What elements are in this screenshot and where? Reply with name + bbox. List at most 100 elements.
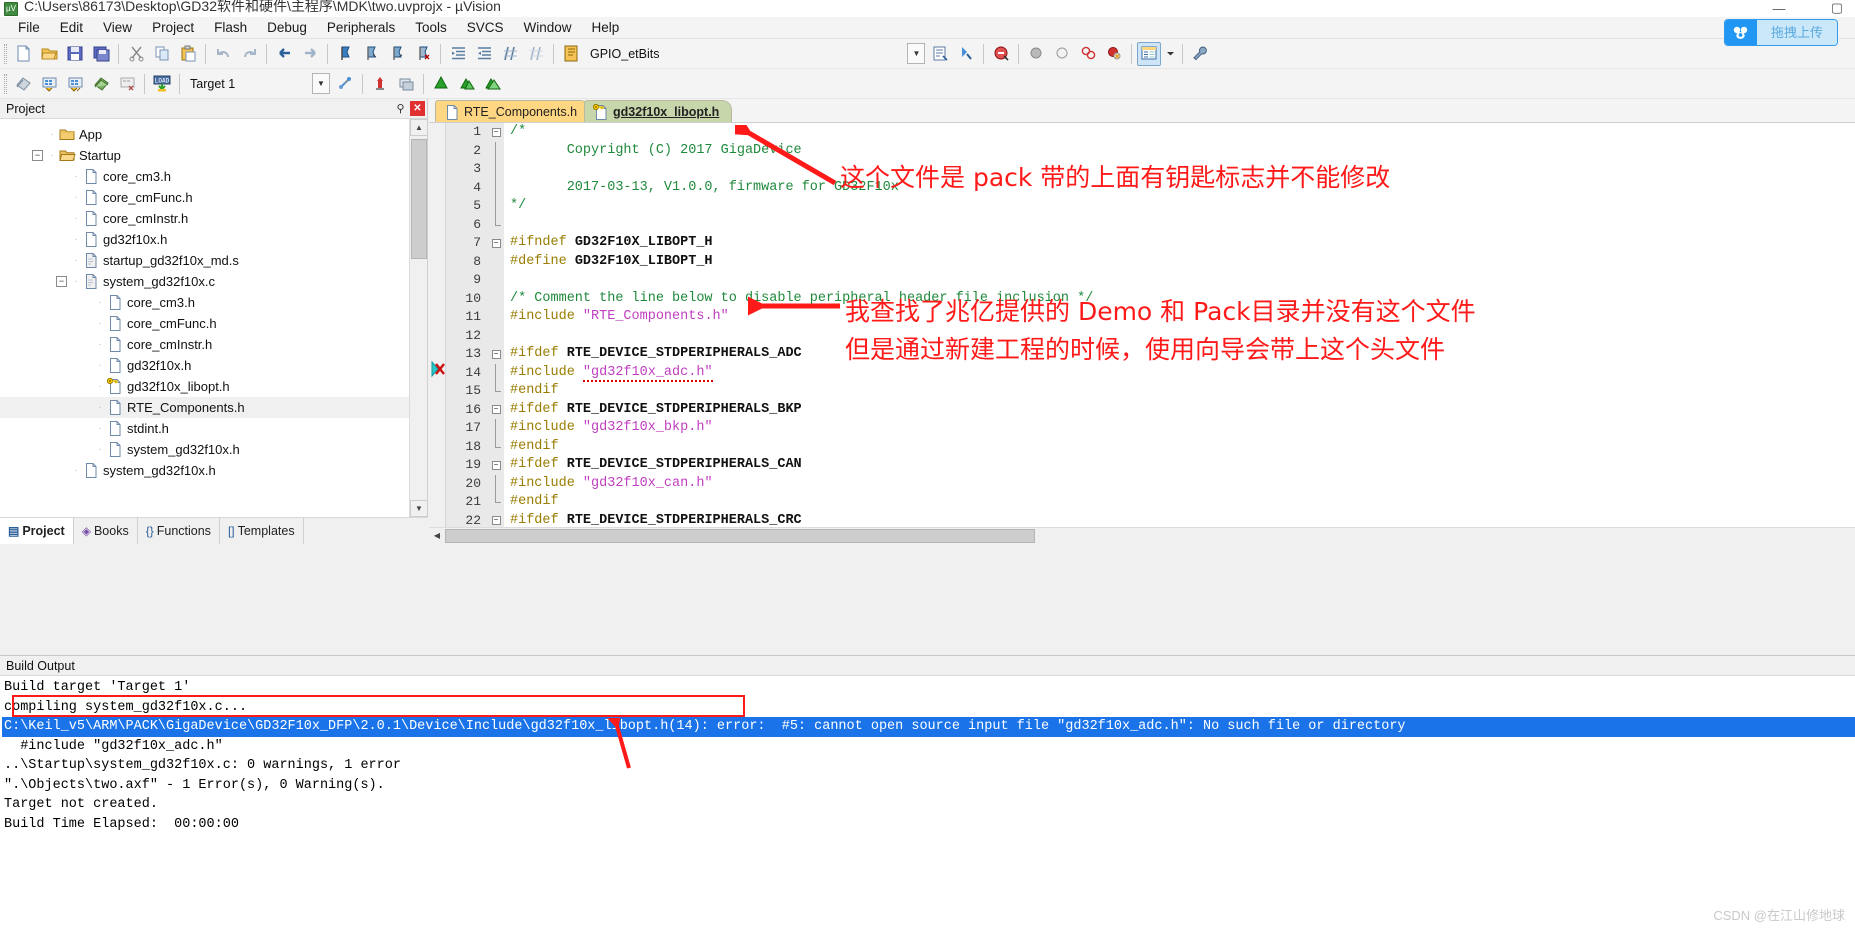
- fold-marker[interactable]: −: [488, 234, 504, 253]
- forward-icon[interactable]: [298, 42, 322, 66]
- menu-peripherals[interactable]: Peripherals: [317, 18, 405, 37]
- scroll-up-icon[interactable]: ▲: [410, 119, 428, 136]
- manage-project-items-icon[interactable]: [368, 72, 392, 96]
- paste-icon[interactable]: [176, 42, 200, 66]
- breakpoint-disable-all-icon[interactable]: [1102, 42, 1126, 66]
- tree-item[interactable]: · system_gd32f10x.h: [0, 439, 410, 460]
- configure-tools-icon[interactable]: [1188, 42, 1212, 66]
- tree-item[interactable]: · gd32f10x_libopt.h: [0, 376, 410, 397]
- project-window-dropdown-icon[interactable]: [1163, 42, 1177, 66]
- pack-update-icon[interactable]: [455, 72, 479, 96]
- project-window-toggle-icon[interactable]: [1137, 41, 1162, 66]
- tree-item[interactable]: · core_cmInstr.h: [0, 334, 410, 355]
- cut-icon[interactable]: [124, 42, 148, 66]
- tree-expander[interactable]: −: [56, 276, 67, 287]
- bookmark-clear-icon[interactable]: [411, 42, 435, 66]
- open-file-icon[interactable]: [37, 42, 61, 66]
- rebuild-icon[interactable]: [63, 72, 87, 96]
- breakpoint-disable-icon[interactable]: [1050, 42, 1074, 66]
- back-icon[interactable]: [272, 42, 296, 66]
- toolbar-grip[interactable]: [4, 43, 7, 64]
- tree-item[interactable]: · stdint.h: [0, 418, 410, 439]
- save-all-icon[interactable]: [89, 42, 113, 66]
- translate-icon[interactable]: [11, 72, 35, 96]
- tree-item[interactable]: − · Startup: [0, 145, 410, 166]
- editor-tab-gd32f10x_libopt-h[interactable]: gd32f10x_libopt.h: [584, 100, 733, 122]
- undo-icon[interactable]: [211, 42, 235, 66]
- new-file-icon[interactable]: [11, 42, 35, 66]
- fold-marker[interactable]: −: [488, 345, 504, 364]
- menu-view[interactable]: View: [93, 18, 142, 37]
- batch-build-icon[interactable]: [89, 72, 113, 96]
- target-options-icon[interactable]: [928, 42, 952, 66]
- menu-help[interactable]: Help: [582, 18, 630, 37]
- fold-marker[interactable]: −: [488, 511, 504, 527]
- tree-item[interactable]: · RTE_Components.h: [0, 397, 410, 418]
- indent-increase-icon[interactable]: [446, 42, 470, 66]
- pack-installer-icon[interactable]: [429, 72, 453, 96]
- minimize-button[interactable]: —: [1765, 1, 1793, 16]
- scrollbar-thumb[interactable]: [411, 139, 427, 259]
- build-output-line[interactable]: Target not created.: [2, 795, 1855, 815]
- menu-flash[interactable]: Flash: [204, 18, 257, 37]
- tree-item[interactable]: · core_cmFunc.h: [0, 313, 410, 334]
- build-output-line[interactable]: C:\Keil_v5\ARM\PACK\GigaDevice\GD32F10x_…: [2, 717, 1855, 737]
- bookmark-next-icon[interactable]: [385, 42, 409, 66]
- breakpoint-kill-icon[interactable]: [1076, 42, 1100, 66]
- target-select-arrow[interactable]: ▼: [312, 73, 330, 94]
- panel-tab-project[interactable]: ▤ Project: [0, 517, 74, 544]
- manage-components-icon[interactable]: [954, 42, 978, 66]
- tree-item[interactable]: · core_cmInstr.h: [0, 208, 410, 229]
- target-dropdown-arrow[interactable]: ▼: [907, 43, 926, 64]
- build-output-line[interactable]: ".\Objects\two.axf" - 1 Error(s), 0 Warn…: [2, 776, 1855, 796]
- menu-file[interactable]: File: [8, 18, 50, 37]
- panel-tab-books[interactable]: ◈ Books: [74, 517, 138, 544]
- breakpoint-insert-icon[interactable]: [1024, 42, 1048, 66]
- uncomment-icon[interactable]: [524, 42, 548, 66]
- tree-item[interactable]: · gd32f10x.h: [0, 355, 410, 376]
- configure-icon[interactable]: [559, 42, 583, 66]
- panel-tab-functions[interactable]: {} Functions: [138, 517, 220, 544]
- save-icon[interactable]: [63, 42, 87, 66]
- tree-item[interactable]: · startup_gd32f10x_md.s: [0, 250, 410, 271]
- pin-icon[interactable]: ⚲: [393, 101, 408, 116]
- build-output-line[interactable]: ..\Startup\system_gd32f10x.c: 0 warnings…: [2, 756, 1855, 776]
- download-icon[interactable]: LOAD: [150, 72, 174, 96]
- menu-svcs[interactable]: SVCS: [457, 18, 514, 37]
- build-output-text[interactable]: Build target 'Target 1' compiling system_…: [0, 676, 1855, 929]
- stop-build-icon[interactable]: [115, 72, 139, 96]
- tree-item[interactable]: · App: [0, 124, 410, 145]
- tree-item[interactable]: · core_cm3.h: [0, 166, 410, 187]
- bookmark-gutter[interactable]: [429, 123, 446, 527]
- copy-icon[interactable]: [150, 42, 174, 66]
- build-output-line[interactable]: #include "gd32f10x_adc.h": [2, 737, 1855, 757]
- comment-icon[interactable]: [498, 42, 522, 66]
- manage-multi-project-icon[interactable]: [394, 72, 418, 96]
- menu-window[interactable]: Window: [513, 18, 581, 37]
- tree-expander[interactable]: −: [32, 150, 43, 161]
- menu-project[interactable]: Project: [142, 18, 204, 37]
- editor-horizontal-scrollbar[interactable]: ◀: [429, 527, 1855, 543]
- editor-tab-RTE_Components-h[interactable]: RTE_Components.h: [435, 100, 591, 122]
- build-output-line[interactable]: Build Time Elapsed: 00:00:00: [2, 815, 1855, 835]
- fold-marker[interactable]: −: [488, 456, 504, 475]
- build-toolbar-grip[interactable]: [4, 73, 7, 94]
- menu-tools[interactable]: Tools: [405, 18, 457, 37]
- code-lines[interactable]: 1−/* 2 Copyright (C) 2017 GigaDevice 3 4 20…: [446, 123, 1855, 527]
- fold-marker[interactable]: −: [488, 123, 504, 142]
- build-icon[interactable]: [37, 72, 61, 96]
- tree-item[interactable]: · core_cmFunc.h: [0, 187, 410, 208]
- build-output-line[interactable]: Build target 'Target 1': [2, 678, 1855, 698]
- close-icon[interactable]: ✕: [410, 101, 425, 116]
- tree-item[interactable]: · gd32f10x.h: [0, 229, 410, 250]
- pack-manage-icon[interactable]: [481, 72, 505, 96]
- options-for-target-icon[interactable]: [333, 72, 357, 96]
- scroll-left-icon[interactable]: ◀: [429, 528, 445, 543]
- fold-marker[interactable]: −: [488, 400, 504, 419]
- panel-tab-templates[interactable]: [] Templates: [220, 517, 304, 544]
- tree-item[interactable]: − · system_gd32f10x.c: [0, 271, 410, 292]
- redo-icon[interactable]: [237, 42, 261, 66]
- bookmark-prev-icon[interactable]: [359, 42, 383, 66]
- tree-item[interactable]: · system_gd32f10x.h: [0, 460, 410, 481]
- maximize-button[interactable]: ▢: [1823, 0, 1851, 16]
